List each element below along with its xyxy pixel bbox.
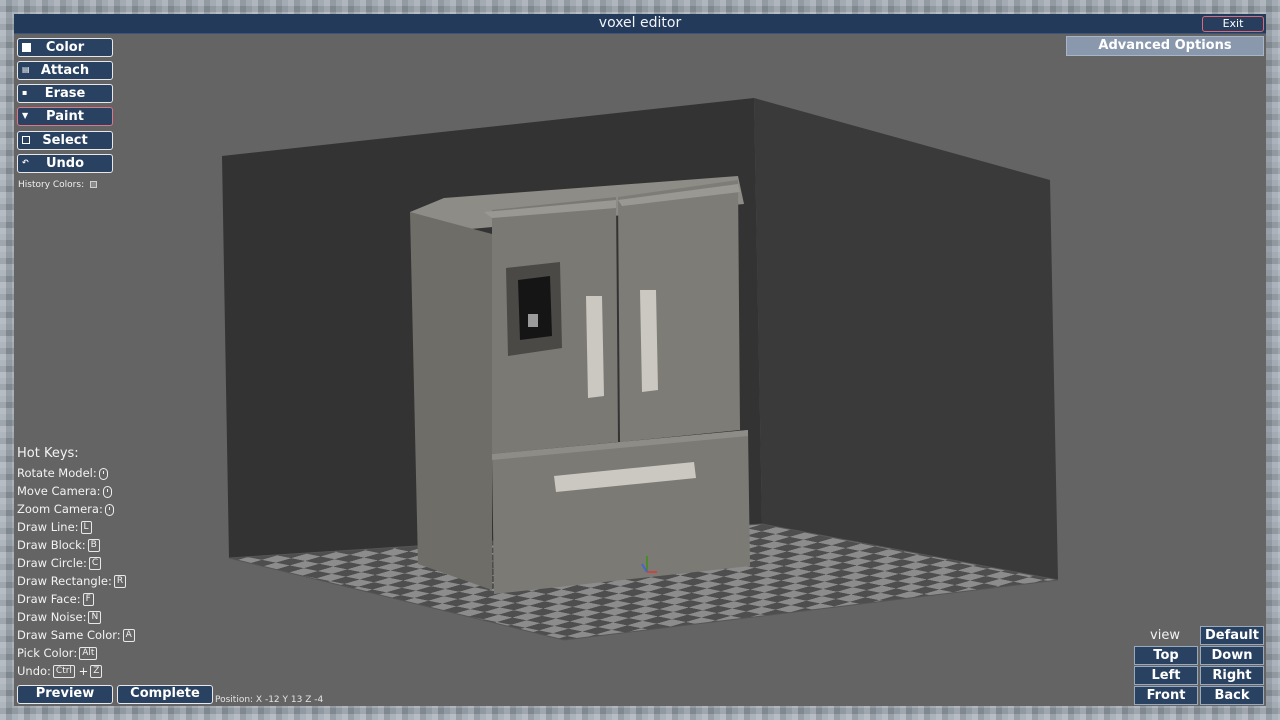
hotkey-key: L xyxy=(80,521,92,534)
hotkey-key: F xyxy=(82,593,94,606)
view-front-button[interactable]: Front xyxy=(1134,686,1198,705)
refrigerator-model xyxy=(410,176,750,594)
hotkeys-panel: Hot Keys: Rotate Model: Move Camera: Zoo… xyxy=(17,446,217,680)
title-bar: voxel editor Exit xyxy=(14,14,1266,34)
hotkey-row: Draw Line: L xyxy=(17,518,217,536)
history-colors-label: History Colors: xyxy=(18,180,85,190)
hotkey-row: Rotate Model: xyxy=(17,464,217,482)
view-down-button[interactable]: Down xyxy=(1200,646,1264,665)
hotkey-key: Z xyxy=(90,665,103,678)
hotkey-label: Draw Rectangle: xyxy=(17,574,112,588)
paint-tool-label: Paint xyxy=(46,109,84,124)
undo-tool-button[interactable]: ↶ Undo xyxy=(17,154,113,173)
hotkey-label: Rotate Model: xyxy=(17,466,97,480)
hotkey-key: Ctrl xyxy=(52,665,75,678)
mouse-wheel-icon xyxy=(104,503,114,516)
view-right-button[interactable]: Right xyxy=(1200,666,1264,685)
hotkey-row: Draw Noise: N xyxy=(17,608,217,626)
view-label: view xyxy=(1150,628,1180,643)
exit-button[interactable]: Exit xyxy=(1202,16,1264,32)
view-default-button[interactable]: Default xyxy=(1200,626,1264,645)
hotkey-label: Pick Color: xyxy=(17,646,78,660)
hotkey-key: R xyxy=(113,575,127,588)
mouse-left-icon xyxy=(98,467,108,480)
hotkey-label: Draw Line: xyxy=(17,520,79,534)
hotkey-label: Draw Noise: xyxy=(17,610,87,624)
complete-button[interactable]: Complete xyxy=(117,685,213,704)
hotkey-key: N xyxy=(88,611,102,624)
hotkey-row: Move Camera: xyxy=(17,482,217,500)
hotkey-label: Move Camera: xyxy=(17,484,101,498)
hotkey-label: Draw Circle: xyxy=(17,556,87,570)
hotkeys-title: Hot Keys: xyxy=(17,446,79,461)
erase-tool-label: Erase xyxy=(44,86,86,101)
3d-viewport[interactable]: Color ▤ Attach ▪ Erase ▼ Paint Select ↶ … xyxy=(14,34,1266,706)
hotkey-label: Undo: xyxy=(17,664,51,678)
hotkey-row: Pick Color: Alt xyxy=(17,644,217,662)
hotkey-plus: + xyxy=(78,664,89,678)
window-title: voxel editor xyxy=(598,15,682,31)
back-wall-right xyxy=(754,98,1058,580)
hotkey-key: A xyxy=(122,629,135,642)
hotkey-key: C xyxy=(88,557,102,570)
erase-tool-button[interactable]: ▪ Erase xyxy=(17,84,113,103)
hotkey-row: Draw Face: F xyxy=(17,590,217,608)
view-left-button[interactable]: Left xyxy=(1134,666,1198,685)
position-readout: Position: X -12 Y 13 Z -4 xyxy=(215,695,324,705)
color-tool-label: Color xyxy=(45,40,85,55)
attach-tool-label: Attach xyxy=(40,63,90,78)
view-top-button[interactable]: Top xyxy=(1134,646,1198,665)
hotkey-key: B xyxy=(87,539,100,552)
select-tool-button[interactable]: Select xyxy=(17,131,113,150)
hotkey-row: Zoom Camera: xyxy=(17,500,217,518)
attach-tool-button[interactable]: ▤ Attach xyxy=(17,61,113,80)
paint-tool-button[interactable]: ▼ Paint xyxy=(17,107,113,126)
hotkey-row: Draw Circle: C xyxy=(17,554,217,572)
advanced-options-button[interactable]: Advanced Options xyxy=(1066,36,1264,56)
hotkey-key: Alt xyxy=(79,647,98,660)
hotkey-label: Zoom Camera: xyxy=(17,502,103,516)
preview-button[interactable]: Preview xyxy=(17,685,113,704)
color-tool-button[interactable]: Color xyxy=(17,38,113,57)
history-colors: History Colors: xyxy=(18,180,98,190)
hotkey-label: Draw Face: xyxy=(17,592,81,606)
hotkey-label: Draw Block: xyxy=(17,538,86,552)
hotkey-row: Undo: Ctrl + Z xyxy=(17,662,217,680)
hotkey-label: Draw Same Color: xyxy=(17,628,121,642)
hotkey-row: Draw Block: B xyxy=(17,536,217,554)
undo-tool-label: Undo xyxy=(45,156,85,171)
view-back-button[interactable]: Back xyxy=(1200,686,1264,705)
select-tool-label: Select xyxy=(42,133,88,148)
mouse-right-icon xyxy=(102,485,112,498)
hotkey-row: Draw Rectangle: R xyxy=(17,572,217,590)
hotkey-row: Draw Same Color: A xyxy=(17,626,217,644)
history-color-swatch[interactable] xyxy=(90,181,98,188)
